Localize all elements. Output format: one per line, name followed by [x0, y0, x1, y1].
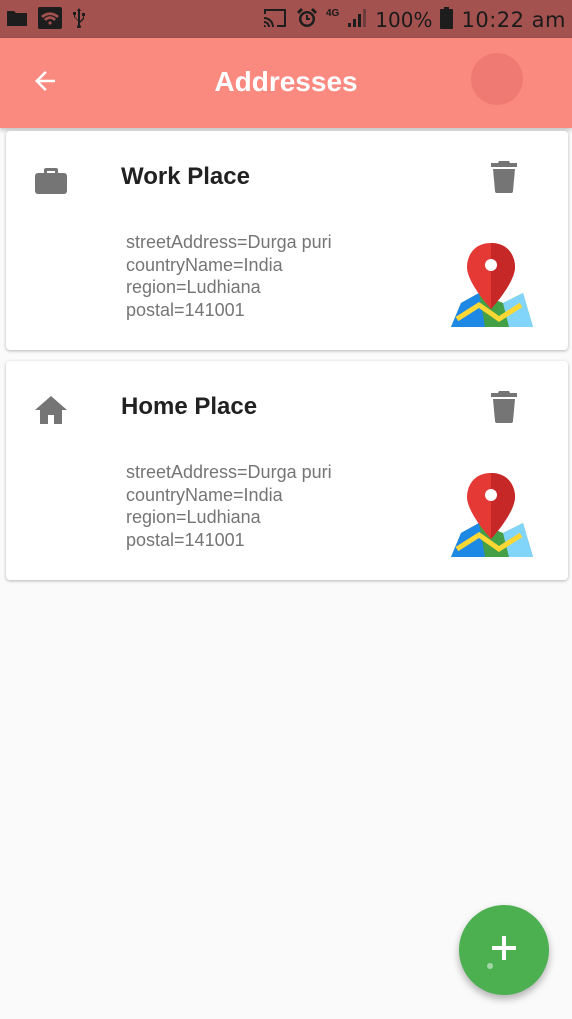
address-card-home[interactable]: Home Place streetAddress=Durga puri coun… [6, 361, 568, 580]
address-line: countryName=India [126, 484, 283, 505]
status-time: 10:22 am [461, 8, 566, 32]
address-details: streetAddress=Durga puri countryName=Ind… [126, 461, 332, 551]
delete-button[interactable] [486, 389, 522, 429]
address-line: region=Ludhiana [126, 277, 261, 297]
briefcase-icon [32, 161, 70, 199]
alarm-icon [296, 7, 318, 34]
wifi-icon [38, 6, 62, 34]
folder-icon [6, 9, 28, 32]
status-bar: 4G 100% 10:22 am [0, 0, 572, 38]
signal-icon [347, 8, 367, 33]
home-icon [32, 391, 70, 429]
address-line: postal=141001 [126, 299, 245, 320]
fab-ripple-dot [487, 963, 493, 969]
address-line: postal=141001 [126, 529, 245, 550]
add-address-button[interactable] [459, 905, 549, 995]
trash-icon [491, 390, 517, 428]
address-details: streetAddress=Durga puri countryName=Ind… [126, 231, 332, 321]
trash-icon [491, 160, 517, 198]
status-right: 4G 100% 10:22 am [262, 6, 566, 34]
network-type: 4G [325, 7, 340, 19]
cast-icon [262, 8, 288, 33]
address-line: countryName=India [126, 254, 283, 275]
touch-ripple [471, 53, 523, 105]
battery-percent: 100% [375, 8, 433, 32]
address-line: region=Ludhiana [126, 507, 261, 527]
address-card-work[interactable]: Work Place streetAddress=Durga puri coun… [6, 131, 568, 350]
status-left [6, 6, 86, 34]
address-title: Work Place [121, 163, 250, 190]
map-pin-icon[interactable] [449, 243, 533, 329]
plus-icon [491, 935, 517, 966]
address-line: streetAddress=Durga puri [126, 232, 332, 252]
address-title: Home Place [121, 393, 258, 420]
usb-icon [72, 7, 86, 33]
map-pin-icon[interactable] [449, 473, 533, 559]
battery-icon [440, 6, 454, 34]
address-line: streetAddress=Durga puri [126, 462, 332, 482]
delete-button[interactable] [486, 159, 522, 199]
